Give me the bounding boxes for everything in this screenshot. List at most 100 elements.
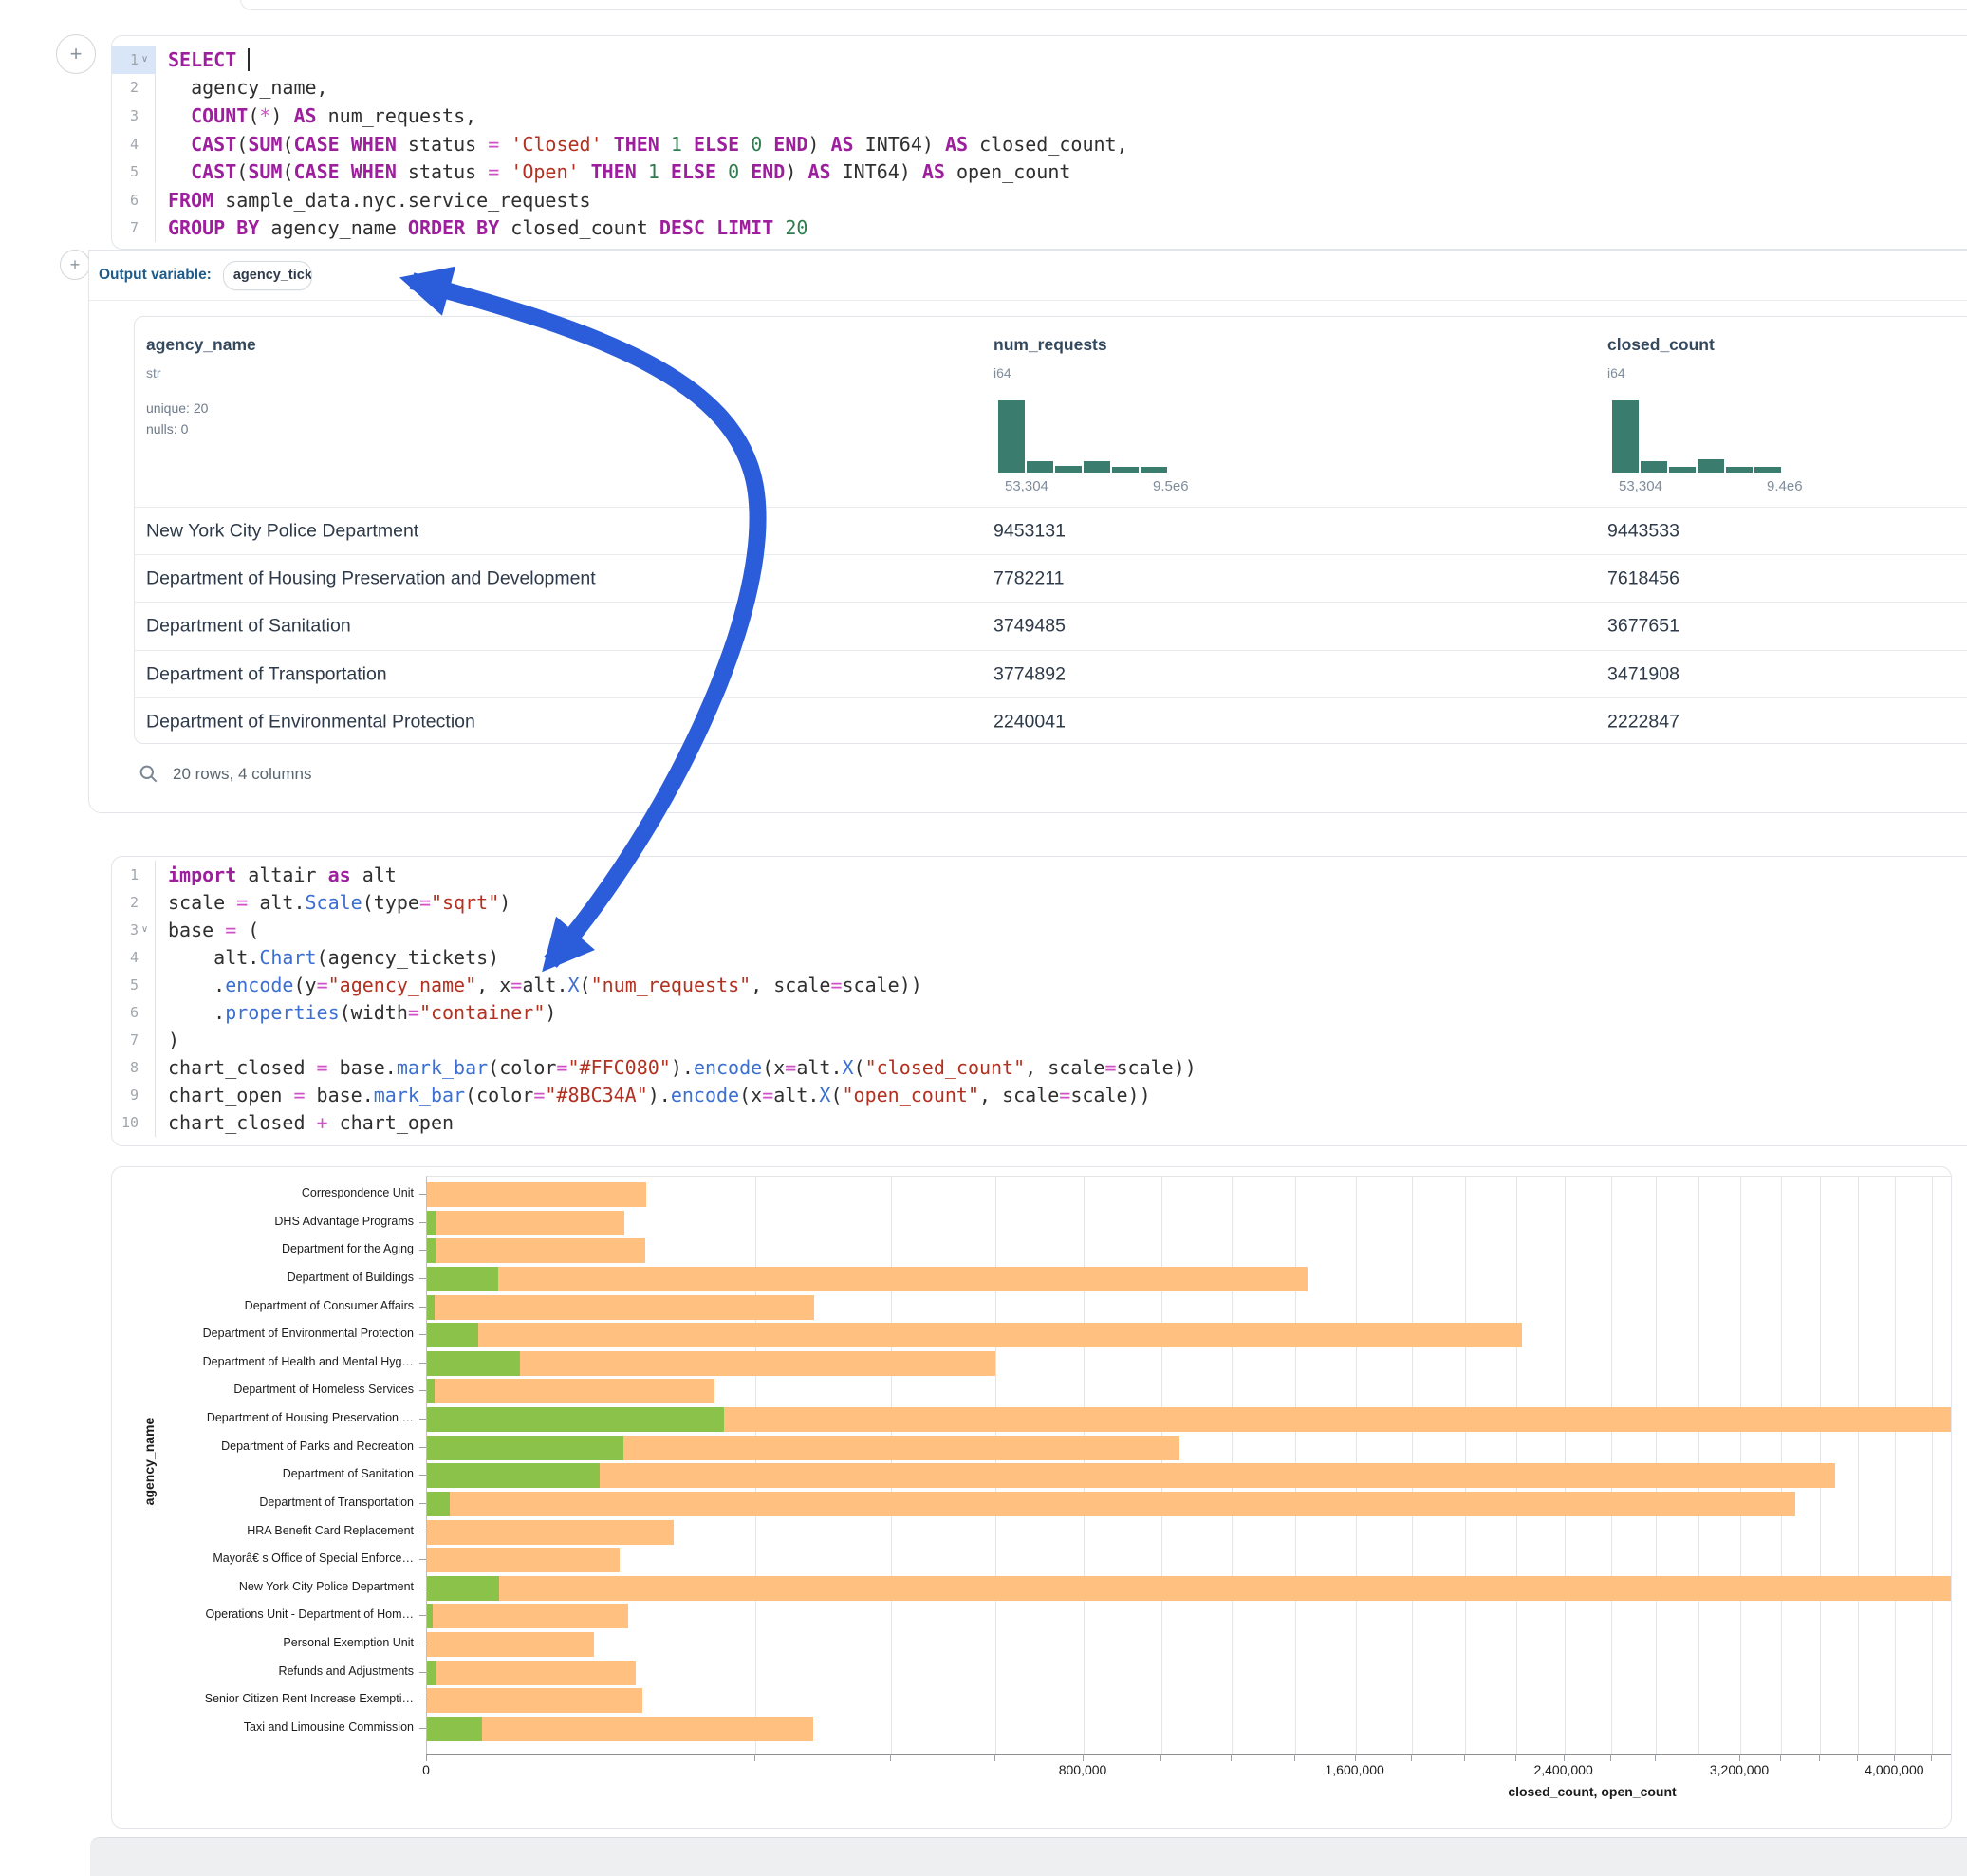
column-header[interactable]: num_requestsi6453,3049.5e6 xyxy=(993,317,1307,507)
y-axis-tick xyxy=(419,1278,426,1279)
table-cell: 2240041 xyxy=(993,711,1066,733)
table-cell: 3774892 xyxy=(993,663,1066,685)
previous-cell-edge xyxy=(240,0,1967,10)
y-axis-label: Department of Consumer Affairs xyxy=(112,1299,414,1312)
bar-closed-count xyxy=(427,1632,594,1657)
bar-closed-count xyxy=(427,1182,646,1207)
table-cell: 9453131 xyxy=(993,521,1066,543)
y-axis-label: Department of Health and Mental Hyg… xyxy=(112,1355,414,1368)
table-row[interactable]: New York City Police Department945313194… xyxy=(135,507,1967,555)
fold-chevron-icon[interactable]: ∨ xyxy=(139,54,151,65)
histogram-bin xyxy=(1612,400,1639,473)
code-line[interactable]: 7) xyxy=(112,1027,1967,1054)
y-axis-label: New York City Police Department xyxy=(112,1580,414,1593)
sql-code-editor[interactable]: 1∨ SELECT 2 agency_name,3 COUNT(*) AS num… xyxy=(111,35,1967,250)
y-axis-label: Mayorâ€ s Office of Special Enforce… xyxy=(112,1551,414,1565)
add-cell-button-middle[interactable]: + xyxy=(60,250,90,280)
bar-closed-count xyxy=(427,1379,714,1403)
code-text: GROUP BY agency_name ORDER BY closed_cou… xyxy=(156,216,807,239)
y-axis-label: Department for the Aging xyxy=(112,1242,414,1255)
bar-closed-count xyxy=(427,1267,1308,1291)
code-line[interactable]: 4 alt.Chart(agency_tickets) xyxy=(112,943,1967,971)
table-cell: 9443533 xyxy=(1607,521,1679,543)
code-line[interactable]: 7GROUP BY agency_name ORDER BY closed_co… xyxy=(112,214,1967,243)
line-number-gutter: 7 xyxy=(112,214,156,243)
code-line[interactable]: 6 .properties(width="container") xyxy=(112,998,1967,1026)
code-line[interactable]: 8chart_closed = base.mark_bar(color="#FF… xyxy=(112,1054,1967,1082)
x-axis-tick xyxy=(1610,1755,1611,1761)
y-axis-tick xyxy=(419,1307,426,1308)
code-text: ) xyxy=(156,1029,179,1051)
search-icon[interactable] xyxy=(139,764,159,785)
x-axis-tick xyxy=(1294,1755,1295,1761)
code-text: .properties(width="container") xyxy=(156,1001,556,1024)
x-axis-tick xyxy=(1894,1755,1895,1761)
column-type: i64 xyxy=(1607,365,1625,381)
bar-closed-count xyxy=(427,1717,813,1741)
code-line[interactable]: 6FROM sample_data.nyc.service_requests xyxy=(112,186,1967,214)
add-cell-button-top[interactable]: + xyxy=(56,34,96,74)
code-line[interactable]: 3∨base = ( xyxy=(112,916,1967,943)
table-row[interactable]: Department of Sanitation37494853677651 xyxy=(135,602,1967,650)
histogram-bin xyxy=(1641,461,1667,473)
line-number: 1 xyxy=(130,866,139,883)
line-number-gutter: 6 xyxy=(112,998,156,1026)
code-line[interactable]: 2 agency_name, xyxy=(112,74,1967,102)
histogram-bin xyxy=(1112,467,1139,473)
bar-closed-count xyxy=(427,1323,1522,1347)
bar-open-count xyxy=(427,1407,724,1432)
column-header[interactable]: closed_counti6453,3049.4e6 xyxy=(1607,317,1921,507)
code-text: import altair as alt xyxy=(156,864,397,886)
x-axis-tick xyxy=(1780,1755,1781,1761)
chart-plot-area xyxy=(426,1176,1952,1755)
column-header[interactable]: agency_namestrunique: 20nulls: 0 xyxy=(146,317,459,507)
code-line[interactable]: 9chart_open = base.mark_bar(color="#8BC3… xyxy=(112,1082,1967,1109)
table-row[interactable]: Department of Environmental Protection22… xyxy=(135,697,1967,744)
code-line[interactable]: 4 CAST(SUM(CASE WHEN status = 'Closed' T… xyxy=(112,130,1967,158)
table-row[interactable]: Department of Transportation377489234719… xyxy=(135,650,1967,698)
line-number: 7 xyxy=(130,1031,139,1049)
code-line[interactable]: 3 COUNT(*) AS num_requests, xyxy=(112,102,1967,130)
histogram-bin xyxy=(1084,461,1110,473)
y-axis-tick xyxy=(419,1728,426,1729)
fold-chevron-icon[interactable]: ∨ xyxy=(139,924,151,935)
table-footer: 20 rows, 4 columns xyxy=(139,761,311,788)
x-axis-tick xyxy=(1083,1755,1084,1761)
column-histogram xyxy=(998,400,1169,473)
y-axis-tick xyxy=(419,1475,426,1476)
code-text: agency_name, xyxy=(156,76,328,99)
histogram-bin xyxy=(1669,467,1696,473)
bar-open-count xyxy=(427,1436,623,1460)
y-axis-label: Refunds and Adjustments xyxy=(112,1664,414,1678)
x-axis-tick xyxy=(1160,1755,1161,1761)
bar-closed-count xyxy=(427,1238,645,1263)
line-number-gutter: 5 xyxy=(112,971,156,998)
y-axis-tick xyxy=(419,1334,426,1335)
code-line[interactable]: 1 import altair as alt xyxy=(112,861,1967,888)
y-axis-tick xyxy=(419,1222,426,1223)
bar-closed-count xyxy=(427,1463,1835,1488)
code-line[interactable]: 2scale = alt.Scale(type="sqrt") xyxy=(112,888,1967,916)
code-line[interactable]: 10chart_closed + chart_open xyxy=(112,1109,1967,1137)
x-axis-tick xyxy=(1411,1755,1412,1761)
table-row[interactable]: Department of Housing Preservation and D… xyxy=(135,554,1967,603)
code-line[interactable]: 5 .encode(y="agency_name", x=alt.X("num_… xyxy=(112,971,1967,998)
line-number: 6 xyxy=(130,1004,139,1021)
y-axis-tick xyxy=(419,1363,426,1364)
x-axis-tick xyxy=(1819,1755,1820,1761)
code-line[interactable]: 1∨ SELECT xyxy=(112,46,1967,74)
line-number: 1 xyxy=(130,51,139,68)
line-number-gutter: 7 xyxy=(112,1027,156,1054)
x-axis-tick-label: 3,200,000 xyxy=(1710,1762,1769,1777)
y-axis-tick xyxy=(419,1559,426,1560)
table-cell: Department of Sanitation xyxy=(146,616,351,638)
table-cell: 7782211 xyxy=(993,568,1064,590)
code-line[interactable]: 5 CAST(SUM(CASE WHEN status = 'Open' THE… xyxy=(112,158,1967,186)
x-axis-tick-label: 4,000,000 xyxy=(1865,1762,1923,1777)
line-number-gutter: 1 xyxy=(112,861,156,888)
python-code-editor[interactable]: 1 import altair as alt2scale = alt.Scale(… xyxy=(111,856,1967,1146)
output-variable-pill[interactable]: agency_tickets xyxy=(223,261,312,290)
bar-open-count xyxy=(427,1379,435,1403)
code-text: .encode(y="agency_name", x=alt.X("num_re… xyxy=(156,974,922,996)
code-text: SELECT xyxy=(156,48,250,71)
